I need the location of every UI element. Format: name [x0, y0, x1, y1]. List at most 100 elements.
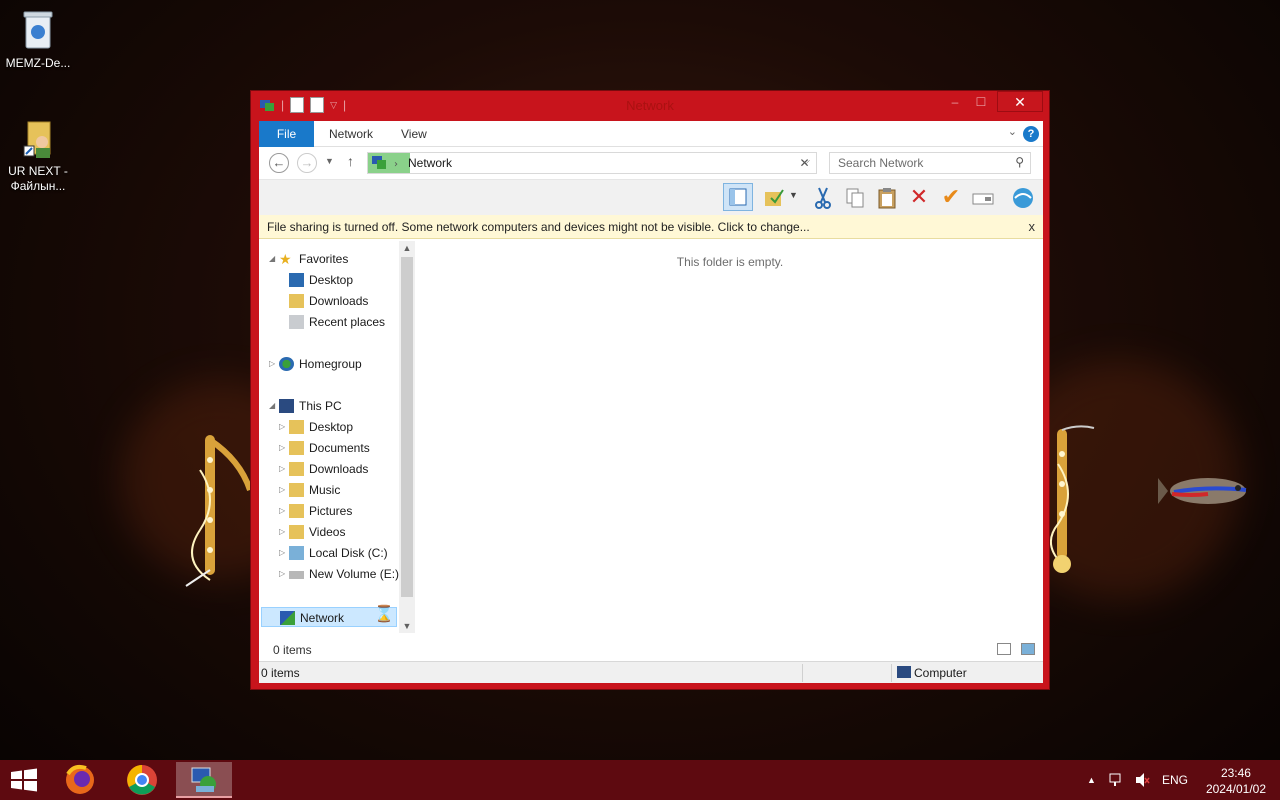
content-pane[interactable]: This folder is empty.: [417, 239, 1043, 631]
taskbar-explorer-network[interactable]: [176, 762, 232, 798]
downloads-folder-icon: [289, 462, 304, 476]
nav-favorites-desktop[interactable]: Desktop: [287, 270, 399, 290]
clear-address-icon[interactable]: ✕: [793, 152, 817, 174]
expand-arrow-icon[interactable]: ▷: [279, 480, 289, 500]
zone-label: Computer: [914, 666, 967, 680]
address-bar[interactable]: › Network ⌵: [367, 152, 817, 174]
expand-arrow-icon[interactable]: ▷: [279, 564, 289, 584]
nav-label: Pictures: [309, 504, 353, 518]
videos-folder-icon: [289, 525, 304, 539]
nav-favorites-downloads[interactable]: Downloads: [287, 291, 399, 311]
expand-arrow-icon[interactable]: ▷: [279, 459, 289, 479]
close-icon[interactable]: x: [1029, 219, 1036, 234]
scroll-up-icon[interactable]: ▲: [399, 241, 415, 255]
paste-icon[interactable]: [875, 186, 899, 210]
rename-icon[interactable]: ✔: [939, 186, 963, 210]
drive-icon: [289, 571, 304, 579]
nav-homegroup[interactable]: ▷ Homegroup: [269, 354, 399, 374]
network-status-icon[interactable]: [1108, 760, 1124, 800]
scroll-down-icon[interactable]: ▼: [399, 619, 415, 633]
start-button[interactable]: [0, 762, 48, 798]
nav-this-pc-new-volume[interactable]: ▷ New Volume (E:): [279, 564, 399, 584]
taskbar-firefox[interactable]: [52, 762, 108, 798]
tab-network[interactable]: Network: [315, 121, 387, 147]
recent-locations-icon[interactable]: ▼: [325, 156, 334, 166]
nav-label: Documents: [309, 441, 370, 455]
drive-icon: [289, 546, 304, 560]
up-button[interactable]: ↑: [347, 153, 354, 169]
nav-this-pc-downloads[interactable]: ▷ Downloads: [279, 459, 399, 479]
expand-arrow-icon[interactable]: ▷: [279, 438, 289, 458]
volume-muted-icon[interactable]: [1134, 760, 1150, 800]
clock-date: 2024/01/02: [1205, 782, 1266, 796]
cut-icon[interactable]: [811, 186, 835, 210]
nav-label: Network: [300, 611, 345, 625]
minimize-button[interactable]: –: [941, 91, 969, 113]
network-icon: [280, 611, 295, 625]
large-icons-view-icon[interactable]: [1021, 643, 1035, 655]
pictures-folder-icon: [289, 504, 304, 518]
nav-label: Recent places: [309, 315, 386, 329]
expand-arrow-icon[interactable]: ▷: [279, 543, 289, 563]
homegroup-icon: [279, 357, 294, 371]
nav-this-pc-videos[interactable]: ▷ Videos: [279, 522, 399, 542]
expand-arrow-icon[interactable]: ◢: [269, 396, 279, 416]
window-body: File Network View ⌄ ? ← → ▼ ↑ › Network …: [259, 121, 1043, 683]
folder-options-icon[interactable]: [763, 186, 787, 210]
chevron-down-icon[interactable]: ▼: [789, 190, 801, 214]
properties-icon[interactable]: [971, 186, 995, 210]
details-view-icon[interactable]: [997, 643, 1011, 655]
nav-this-pc-pictures[interactable]: ▷ Pictures: [279, 501, 399, 521]
show-hidden-icons-button[interactable]: ▲: [1087, 760, 1096, 800]
input-language-indicator[interactable]: ENG: [1162, 760, 1188, 800]
nav-label: Downloads: [309, 294, 369, 308]
back-button[interactable]: ←: [269, 153, 289, 173]
tab-view[interactable]: View: [387, 121, 441, 147]
forward-button[interactable]: →: [297, 153, 317, 173]
system-clock[interactable]: 23:46 2024/01/02: [1206, 765, 1266, 797]
close-button[interactable]: ✕: [997, 91, 1043, 112]
nav-this-pc-local-disk[interactable]: ▷ Local Disk (C:): [279, 543, 399, 563]
expand-arrow-icon[interactable]: ◢: [269, 249, 279, 269]
explorer-window[interactable]: | ▽ | Network – ☐ ✕ File Network View ⌄ …: [250, 90, 1050, 690]
network-share-icon[interactable]: [1011, 186, 1035, 210]
nav-label: New Volume (E:): [309, 567, 400, 581]
expand-arrow-icon[interactable]: ▷: [279, 501, 289, 521]
star-icon: ★: [279, 251, 292, 267]
nav-network[interactable]: Network ⌛: [261, 606, 397, 627]
desktop-icon: [289, 273, 304, 287]
desktop-icon-recycle-bin[interactable]: MEMZ-De...: [0, 8, 76, 71]
expand-arrow-icon[interactable]: ▷: [269, 354, 279, 374]
info-bar[interactable]: File sharing is turned off. Some network…: [259, 215, 1043, 239]
info-bar-message: File sharing is turned off. Some network…: [267, 220, 810, 234]
nav-this-pc[interactable]: ◢ This PC: [269, 396, 399, 416]
expand-arrow-icon[interactable]: ▷: [279, 417, 289, 437]
nav-this-pc-music[interactable]: ▷ Music: [279, 480, 399, 500]
desktop-icon-label: MEMZ-De...: [5, 56, 71, 70]
taskbar: ▲ ENG 23:46 2024/01/02: [0, 760, 1280, 800]
clock-time: 23:46: [1220, 766, 1251, 780]
title-bar[interactable]: | ▽ | Network – ☐ ✕: [251, 91, 1049, 121]
nav-label: Favorites: [299, 252, 349, 266]
taskbar-chrome[interactable]: [114, 762, 170, 798]
nav-this-pc-desktop[interactable]: ▷ Desktop: [279, 417, 399, 437]
scroll-thumb[interactable]: [401, 257, 413, 597]
nav-favorites[interactable]: ◢ ★ Favorites: [269, 249, 399, 269]
nav-label: Local Disk (C:): [309, 546, 388, 560]
tab-file[interactable]: File: [259, 121, 314, 147]
nav-this-pc-documents[interactable]: ▷ Documents: [279, 438, 399, 458]
search-input[interactable]: Search Network ⚲: [829, 152, 1031, 174]
fish-decoration: [1158, 466, 1252, 519]
firefox-icon: [66, 764, 94, 794]
empty-folder-message: This folder is empty.: [676, 255, 784, 269]
desktop-icon-ur-next[interactable]: UR NEXT - Файлын...: [0, 116, 76, 194]
preview-pane-icon[interactable]: [723, 183, 753, 211]
help-icon[interactable]: ?: [1023, 126, 1039, 142]
copy-icon[interactable]: [843, 186, 867, 210]
delete-icon[interactable]: ✕: [907, 186, 931, 210]
expand-arrow-icon[interactable]: ▷: [279, 522, 289, 542]
nav-favorites-recent-places[interactable]: Recent places: [287, 312, 399, 332]
ribbon-expand-icon[interactable]: ⌄: [1008, 125, 1017, 138]
maximize-button[interactable]: ☐: [967, 91, 995, 113]
navigation-scrollbar[interactable]: ▲ ▼: [399, 241, 415, 633]
